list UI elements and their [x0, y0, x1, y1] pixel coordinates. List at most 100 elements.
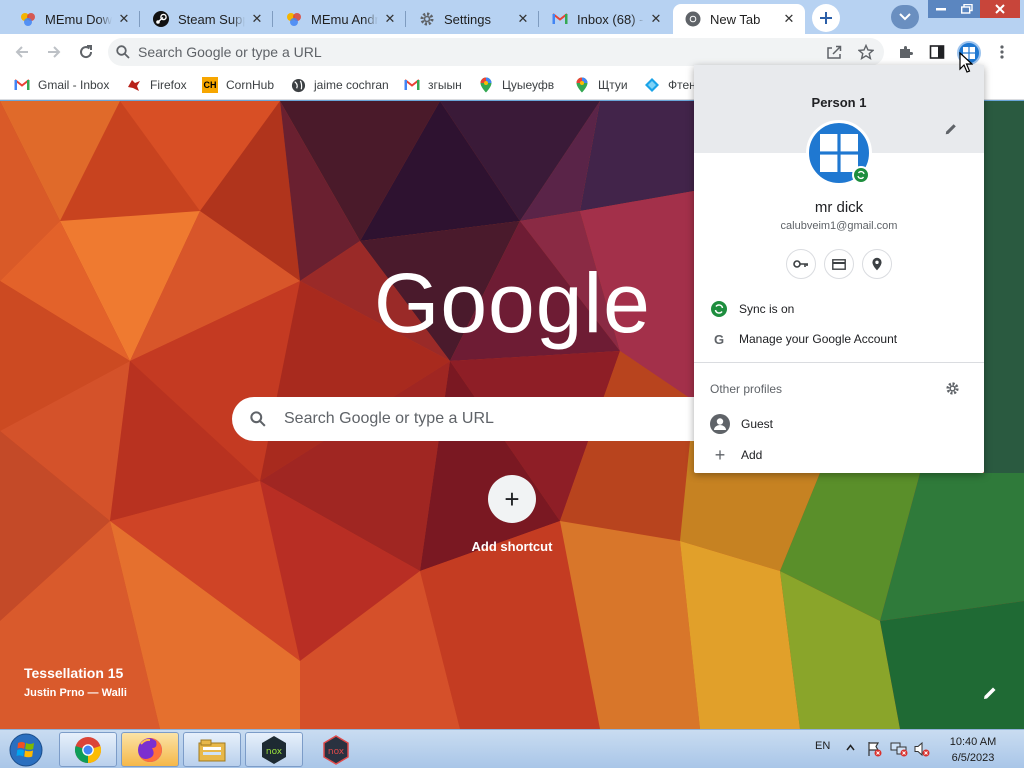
add-shortcut-tile[interactable]: + Add shortcut: [462, 475, 562, 554]
chevron-up-icon[interactable]: [846, 744, 855, 751]
windows-logo-icon: [820, 134, 858, 172]
tab-title: Steam Support: [178, 11, 245, 27]
new-tab-button[interactable]: [812, 4, 840, 32]
tab-separator: [405, 11, 406, 27]
tab-settings[interactable]: Settings ✕: [407, 4, 539, 34]
tab-new-tab[interactable]: New Tab ✕: [673, 4, 805, 34]
ntp-search-input[interactable]: [284, 410, 684, 428]
payment-card-icon[interactable]: [824, 249, 854, 279]
guest-profile-item[interactable]: Guest: [710, 414, 970, 434]
passwords-key-icon[interactable]: [786, 249, 816, 279]
profile-menu: Person 1 mr dick calubveim1@gmail.com Sy…: [694, 65, 984, 473]
arrow-right-icon: [48, 46, 61, 58]
nox-icon: nox: [262, 735, 286, 764]
bookmark-maps-2[interactable]: Щтуи: [574, 75, 628, 95]
omnibox-input[interactable]: [138, 44, 778, 60]
bookmark-label: CornHub: [226, 78, 275, 92]
bookmark-gmail-inbox[interactable]: Gmail - Inbox: [14, 75, 109, 95]
tab-steam-support[interactable]: Steam Support ✕: [141, 4, 273, 34]
chevron-down-icon: [899, 13, 911, 21]
tab-title: Inbox (68) -: [577, 11, 644, 27]
maps-pin-icon: [478, 77, 494, 93]
bookmark-jaime-cochran[interactable]: jaime cochran: [290, 75, 389, 95]
bookmark-label: Gmail - Inbox: [38, 78, 110, 92]
chrome-icon: [685, 11, 701, 27]
add-profile-item[interactable]: + Add: [710, 445, 970, 465]
reload-button[interactable]: [74, 40, 98, 64]
svg-text:nox: nox: [328, 747, 345, 757]
clock-time: 10:40 AM: [949, 736, 997, 748]
kebab-menu-icon[interactable]: [992, 42, 1012, 62]
tab-search-button[interactable]: [891, 5, 919, 29]
file-explorer-icon: [198, 739, 226, 761]
gmail-icon: [552, 11, 568, 27]
menu-divider: [694, 362, 984, 363]
close-icon[interactable]: ✕: [515, 11, 531, 27]
system-clock[interactable]: 10:40 AM 6/5/2023: [930, 734, 1016, 766]
reload-icon: [80, 45, 93, 59]
network-icon[interactable]: [890, 741, 908, 757]
user-email: calubveim1@gmail.com: [780, 220, 898, 232]
bookmark-cornhub[interactable]: CH CornHub: [202, 75, 274, 95]
taskbar-file-explorer[interactable]: [183, 732, 241, 767]
close-icon[interactable]: ✕: [116, 11, 132, 27]
volume-muted-icon[interactable]: [914, 741, 930, 757]
close-icon: [995, 4, 1005, 14]
firefox-icon: [138, 737, 162, 762]
restore-button[interactable]: [954, 0, 980, 18]
background-title[interactable]: Tessellation 15: [24, 665, 123, 681]
clock-date: 6/5/2023: [951, 752, 995, 764]
close-icon[interactable]: ✕: [382, 11, 398, 27]
minimize-icon: [936, 8, 946, 11]
tab-memu-download[interactable]: MEmu Download ✕: [8, 4, 140, 34]
gmail-icon: [14, 77, 30, 93]
taskbar-firefox[interactable]: [121, 732, 179, 767]
language-indicator[interactable]: EN: [815, 740, 830, 752]
svg-text:nox: nox: [266, 747, 283, 757]
tab-separator: [538, 11, 539, 27]
gear-icon[interactable]: [945, 381, 961, 397]
tab-strip: MEmu Download ✕ Steam Support ✕ MEmu And…: [0, 0, 1024, 34]
close-icon[interactable]: ✕: [781, 11, 797, 27]
bookmark-gmail-2[interactable]: згыын: [404, 75, 462, 95]
tab-title: Settings: [444, 11, 491, 27]
mouse-cursor-icon: [959, 52, 973, 73]
side-panel-icon[interactable]: [927, 42, 947, 62]
close-window-button[interactable]: [980, 0, 1020, 18]
taskbar-chrome[interactable]: [59, 732, 117, 767]
plus-icon: [820, 12, 832, 24]
close-icon[interactable]: ✕: [648, 11, 664, 27]
forward-button[interactable]: [42, 40, 66, 64]
steam-icon: [153, 11, 169, 27]
tab-memu-android[interactable]: MEmu Android ✕: [274, 4, 406, 34]
minimize-button[interactable]: [928, 0, 954, 18]
edit-pencil-icon[interactable]: [944, 122, 960, 138]
background-author[interactable]: Justin Prno — Walli: [24, 687, 127, 699]
bookmark-star-icon[interactable]: [856, 42, 876, 62]
share-icon[interactable]: [824, 42, 844, 62]
tab-separator: [139, 11, 140, 27]
user-name: mr dick: [814, 199, 864, 216]
bookmark-firefox[interactable]: Firefox: [126, 75, 187, 95]
start-button[interactable]: [4, 732, 48, 768]
bookmark-diamond[interactable]: Фтен: [644, 75, 696, 95]
action-center-flag-icon[interactable]: [866, 741, 882, 757]
sync-status-item[interactable]: Sync is on: [710, 299, 970, 319]
bookmark-label: Firefox: [150, 78, 187, 92]
sync-badge-icon: [852, 166, 870, 184]
add-shortcut-button[interactable]: +: [488, 475, 536, 523]
ch-icon: CH: [202, 77, 218, 93]
omnibox[interactable]: [108, 38, 884, 66]
customize-pencil-icon[interactable]: [982, 685, 1002, 705]
back-button[interactable]: [10, 40, 34, 64]
manage-google-account-item[interactable]: G Manage your Google Account: [710, 329, 970, 349]
addresses-pin-icon[interactable]: [862, 249, 892, 279]
taskbar-nox[interactable]: nox: [245, 732, 303, 767]
restore-icon: [961, 4, 973, 14]
extensions-puzzle-icon[interactable]: [896, 42, 916, 62]
bookmark-maps-1[interactable]: Цуыеуфв: [478, 75, 554, 95]
tab-inbox[interactable]: Inbox (68) - ✕: [540, 4, 672, 34]
taskbar-nox-multi[interactable]: nox: [307, 732, 365, 767]
bookmark-label: Цуыеуфв: [502, 78, 555, 92]
close-icon[interactable]: ✕: [249, 11, 265, 27]
